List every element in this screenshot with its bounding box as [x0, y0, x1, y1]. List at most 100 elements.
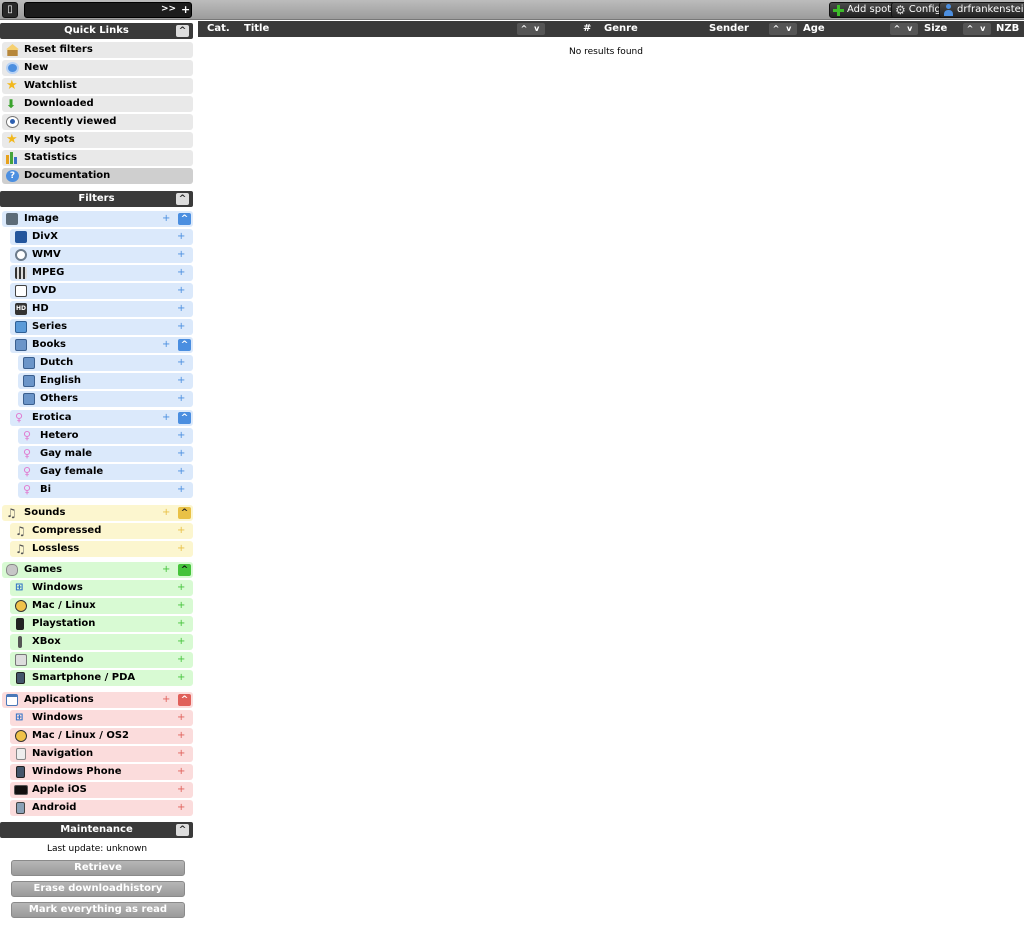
filter-add-button[interactable]: +	[177, 616, 185, 632]
filter-image[interactable]: Image + ^	[2, 211, 193, 227]
filter-image-dvd[interactable]: DVD +	[10, 283, 193, 299]
filter-erotica-gay-male[interactable]: ♀ Gay male +	[18, 446, 193, 462]
filter-collapse-button[interactable]: ^	[178, 412, 191, 424]
filter-erotica-hetero[interactable]: ♀ Hetero +	[18, 428, 193, 444]
filter-collapse-button[interactable]: ^	[178, 564, 191, 576]
filter-add-button[interactable]: +	[177, 247, 185, 263]
column-comments[interactable]: #	[583, 21, 591, 37]
filter-apps-mac-linux-os2[interactable]: Mac / Linux / OS2 +	[10, 728, 193, 744]
quick-link-my-spots[interactable]: ★ My spots	[2, 132, 193, 148]
filter-books-dutch[interactable]: Dutch +	[18, 355, 193, 371]
mark-all-read-button[interactable]: Mark everything as read	[11, 902, 185, 918]
quick-link-downloaded[interactable]: ⬇ Downloaded	[2, 96, 193, 112]
filter-add-button[interactable]: +	[162, 337, 170, 353]
filter-add-button[interactable]: +	[177, 301, 185, 317]
column-category[interactable]: Cat.	[207, 21, 230, 37]
filter-books-others[interactable]: Others +	[18, 391, 193, 407]
filter-apps-navigation[interactable]: Navigation +	[10, 746, 193, 762]
search-input[interactable]	[29, 4, 157, 16]
filter-games-mac-linux[interactable]: Mac / Linux +	[10, 598, 193, 614]
filter-add-button[interactable]: +	[177, 283, 185, 299]
filter-games-nintendo[interactable]: Nintendo +	[10, 652, 193, 668]
column-genre[interactable]: Genre	[604, 21, 638, 37]
sender-sort-buttons[interactable]: ^ v	[769, 23, 797, 35]
advanced-search-button[interactable]: +	[181, 3, 190, 16]
age-sort-buttons[interactable]: ^ v	[890, 23, 918, 35]
filter-add-button[interactable]: +	[162, 692, 170, 708]
filter-add-button[interactable]: +	[177, 428, 185, 444]
filter-image-mpeg[interactable]: MPEG +	[10, 265, 193, 281]
filter-sounds-compressed[interactable]: ♫ Compressed +	[10, 523, 193, 539]
filter-add-button[interactable]: +	[177, 391, 185, 407]
filter-add-button[interactable]: +	[162, 211, 170, 227]
filter-games-smartphone[interactable]: Smartphone / PDA +	[10, 670, 193, 686]
filter-add-button[interactable]: +	[177, 464, 185, 480]
filter-add-button[interactable]: +	[177, 265, 185, 281]
filter-add-button[interactable]: +	[177, 319, 185, 335]
quick-link-watchlist[interactable]: ★ Watchlist	[2, 78, 193, 94]
collapse-icon[interactable]: ^	[176, 25, 189, 37]
column-sender[interactable]: Sender	[709, 21, 749, 37]
filter-image-erotica[interactable]: ♀ Erotica + ^	[10, 410, 193, 426]
filter-collapse-button[interactable]: ^	[178, 694, 191, 706]
filter-add-button[interactable]: +	[177, 764, 185, 780]
filter-add-button[interactable]: +	[177, 800, 185, 816]
user-button[interactable]: drfrankenstein	[939, 2, 1024, 18]
filter-add-button[interactable]: +	[177, 746, 185, 762]
erase-download-history-button[interactable]: Erase downloadhistory	[11, 881, 185, 897]
filter-applications[interactable]: Applications + ^	[2, 692, 193, 708]
quick-link-documentation[interactable]: ? Documentation	[2, 168, 193, 184]
column-age[interactable]: Age	[803, 21, 825, 37]
filter-apps-windows[interactable]: ⊞ Windows +	[10, 710, 193, 726]
filter-add-button[interactable]: +	[177, 482, 185, 498]
filter-add-button[interactable]: +	[177, 580, 185, 596]
filter-image-hd[interactable]: HD HD +	[10, 301, 193, 317]
quick-link-reset-filters[interactable]: Reset filters	[2, 42, 193, 58]
filter-add-button[interactable]: +	[177, 446, 185, 462]
logo-button[interactable]: ▯	[2, 2, 18, 18]
filter-apps-windows-phone[interactable]: Windows Phone +	[10, 764, 193, 780]
column-nzb[interactable]: NZB	[996, 21, 1019, 37]
filter-add-button[interactable]: +	[177, 229, 185, 245]
add-spot-button[interactable]: Add spot	[829, 2, 897, 18]
filter-erotica-gay-female[interactable]: ♀ Gay female +	[18, 464, 193, 480]
filter-apps-apple-ios[interactable]: Apple iOS +	[10, 782, 193, 798]
filter-games-windows[interactable]: ⊞ Windows +	[10, 580, 193, 596]
filter-erotica-bi[interactable]: ♀ Bi +	[18, 482, 193, 498]
filter-collapse-button[interactable]: ^	[178, 213, 191, 225]
filter-apps-android[interactable]: Android +	[10, 800, 193, 816]
column-title[interactable]: Title	[244, 21, 269, 37]
filter-add-button[interactable]: +	[177, 782, 185, 798]
filter-add-button[interactable]: +	[177, 355, 185, 371]
filter-games-xbox[interactable]: XBox +	[10, 634, 193, 650]
quick-link-statistics[interactable]: Statistics	[2, 150, 193, 166]
filter-image-divx[interactable]: DivX +	[10, 229, 193, 245]
config-button[interactable]: ⚙ Config	[891, 2, 946, 18]
filter-sounds[interactable]: ♫ Sounds + ^	[2, 505, 193, 521]
filter-add-button[interactable]: +	[177, 652, 185, 668]
filter-add-button[interactable]: +	[162, 410, 170, 426]
filter-add-button[interactable]: +	[162, 505, 170, 521]
search-go-button[interactable]: >>	[161, 4, 176, 14]
size-sort-buttons[interactable]: ^ v	[963, 23, 991, 35]
quick-links-header[interactable]: Quick Links ^	[0, 23, 193, 39]
filter-games-playstation[interactable]: Playstation +	[10, 616, 193, 632]
collapse-icon[interactable]: ^	[176, 193, 189, 205]
filter-add-button[interactable]: +	[177, 598, 185, 614]
filter-add-button[interactable]: +	[177, 523, 185, 539]
filter-games[interactable]: Games + ^	[2, 562, 193, 578]
filter-image-series[interactable]: Series +	[10, 319, 193, 335]
filter-add-button[interactable]: +	[177, 728, 185, 744]
filter-add-button[interactable]: +	[162, 562, 170, 578]
maintenance-header[interactable]: Maintenance ^	[0, 822, 193, 838]
filter-books-english[interactable]: English +	[18, 373, 193, 389]
filter-add-button[interactable]: +	[177, 373, 185, 389]
quick-link-recently-viewed[interactable]: Recently viewed	[2, 114, 193, 130]
filter-add-button[interactable]: +	[177, 670, 185, 686]
filters-header[interactable]: Filters ^	[0, 191, 193, 207]
filter-add-button[interactable]: +	[177, 634, 185, 650]
retrieve-button[interactable]: Retrieve	[11, 860, 185, 876]
filter-image-books[interactable]: Books + ^	[10, 337, 193, 353]
title-sort-buttons[interactable]: ^ v	[517, 23, 545, 35]
filter-sounds-lossless[interactable]: ♫ Lossless +	[10, 541, 193, 557]
